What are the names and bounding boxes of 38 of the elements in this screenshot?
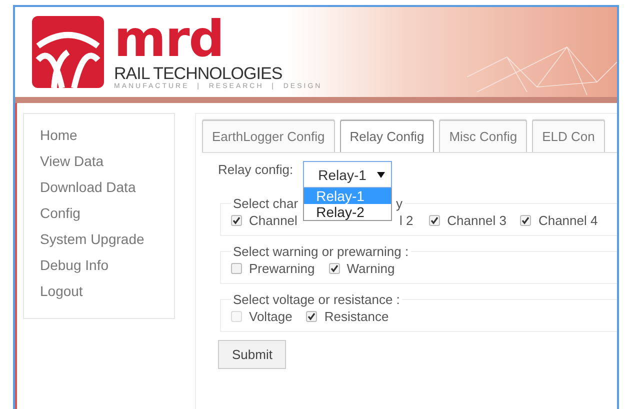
checkbox-label: l 2 <box>399 213 414 228</box>
checkbox-label: Warning <box>346 261 395 276</box>
sidebar-link[interactable]: Config <box>40 204 174 223</box>
dropdown-option[interactable]: Relay-2 <box>304 204 392 220</box>
checkbox-label: Voltage <box>249 309 292 324</box>
group-legend: Select voltage or resistance : <box>233 292 400 307</box>
sidebar-link[interactable]: Logout <box>40 282 174 301</box>
config-tab[interactable]: Misc Config <box>439 120 528 152</box>
submit-button[interactable]: Submit <box>218 340 286 369</box>
caret-icon <box>377 172 386 178</box>
checkbox-label: Channel 3 <box>447 213 506 228</box>
sidebar-link[interactable]: Home <box>40 126 174 145</box>
config-tab[interactable]: Relay Config <box>340 120 434 152</box>
logo-emblem-icon <box>32 16 104 88</box>
group-legend: Select char <box>233 196 298 211</box>
config-tab[interactable]: EarthLogger Config <box>202 120 335 152</box>
relay-select[interactable]: Relay-1 <box>303 161 392 188</box>
config-tab[interactable]: ELD Con <box>532 120 605 152</box>
checkbox[interactable] <box>231 263 242 274</box>
group-legend: y <box>396 196 403 211</box>
checkbox[interactable] <box>328 263 340 274</box>
checkbox[interactable] <box>429 215 440 226</box>
relay-config-label: Relay config: <box>218 161 294 177</box>
sidebar-link[interactable]: Download Data <box>40 178 174 197</box>
sidebar-link[interactable]: Debug Info <box>40 256 174 275</box>
checkbox-label: Resistance <box>324 309 389 324</box>
checkbox[interactable] <box>306 311 318 322</box>
sidebar-link[interactable]: System Upgrade <box>40 230 174 249</box>
dropdown-option[interactable]: Relay-1 <box>304 188 392 204</box>
checkbox[interactable] <box>231 215 242 226</box>
checkbox-label: Prewarning <box>249 261 315 276</box>
checkbox[interactable] <box>520 215 532 226</box>
group-legend: Select warning or prewarning : <box>233 244 409 259</box>
logo-wordmark: mrd <box>114 14 224 64</box>
logo-tagline: RAIL TECHNOLOGIES <box>114 64 284 83</box>
checkbox-label: Channel 4 <box>538 213 598 228</box>
checkbox-label: Channel <box>249 213 298 228</box>
sidebar-link[interactable]: View Data <box>40 152 174 171</box>
